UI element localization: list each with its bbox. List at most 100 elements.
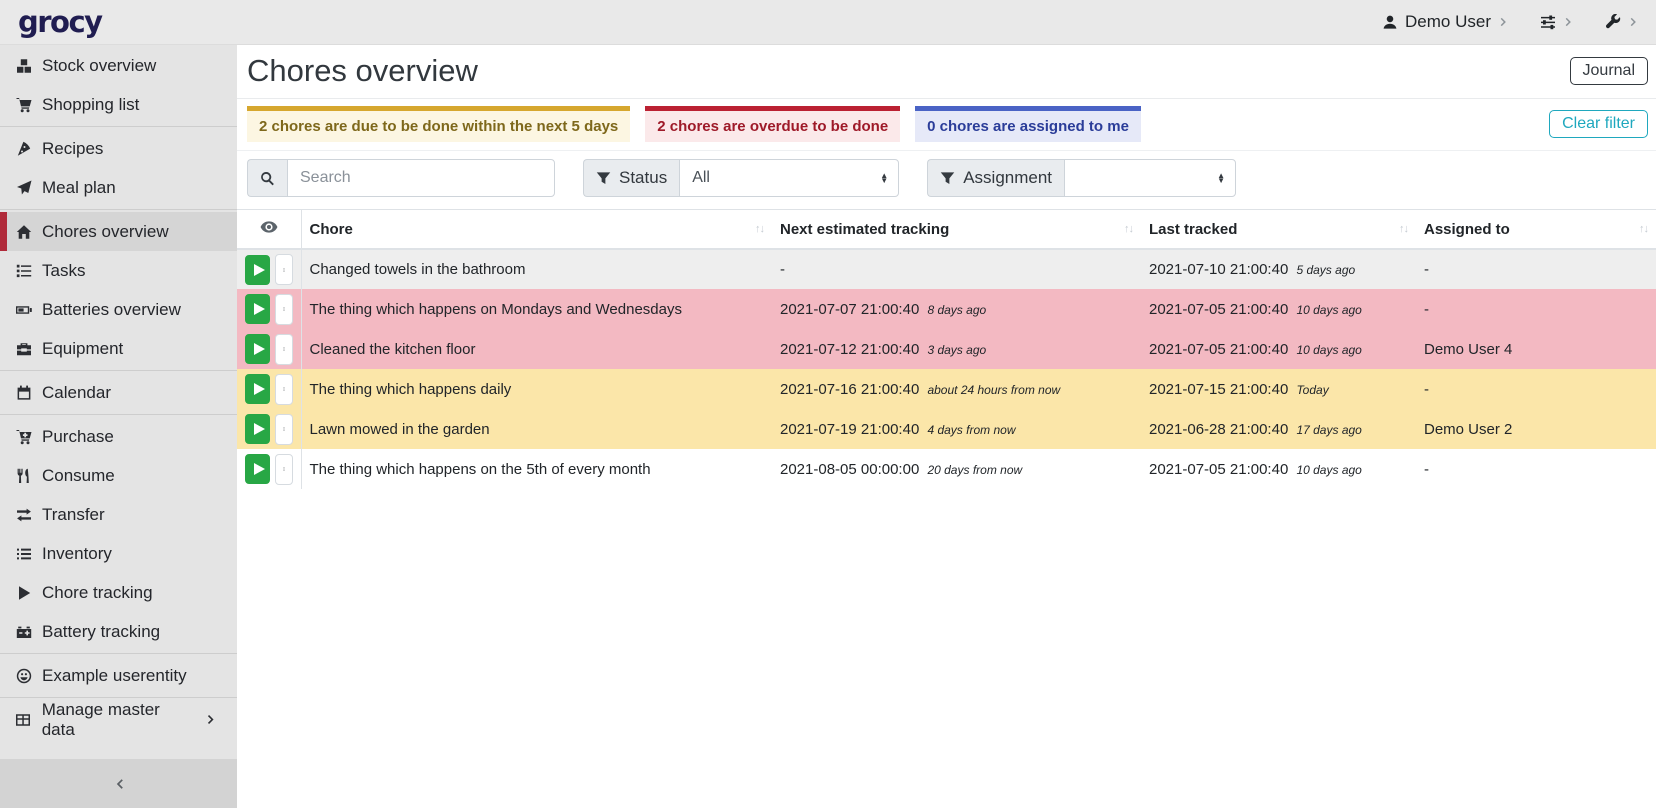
assigned-to-cell: - bbox=[1416, 249, 1656, 289]
sidebar-item-example-userentity[interactable]: Example userentity bbox=[0, 656, 237, 695]
sort-icon[interactable]: ↑↓ bbox=[1399, 223, 1408, 235]
sidebar-item-shopping-list[interactable]: Shopping list bbox=[0, 85, 237, 124]
select-arrows-icon: ▲▼ bbox=[1209, 173, 1225, 183]
utensils-icon bbox=[14, 468, 33, 484]
status-filter-group: Status All ▲▼ bbox=[583, 159, 899, 197]
sidebar-item-stock-overview[interactable]: Stock overview bbox=[0, 46, 237, 85]
admin-menu[interactable] bbox=[1605, 14, 1640, 30]
alert-warning[interactable]: 2 chores are due to be done within the n… bbox=[247, 106, 630, 142]
next-tracking-cell: 2021-07-12 21:00:40 3 days ago bbox=[772, 329, 1141, 369]
settings-menu[interactable] bbox=[1540, 14, 1575, 30]
table-row: Lawn mowed in the garden2021-07-19 21:00… bbox=[237, 409, 1656, 449]
row-context-menu-button[interactable] bbox=[275, 254, 292, 285]
page-header: Chores overview Journal bbox=[237, 45, 1656, 99]
chores-table: Chore↑↓Next estimated tracking↑↓Last tra… bbox=[237, 209, 1656, 489]
sidebar-item-tasks[interactable]: Tasks bbox=[0, 251, 237, 290]
sidebar-divider bbox=[0, 370, 237, 371]
journal-button[interactable]: Journal bbox=[1570, 57, 1648, 85]
sidebar-item-label: Transfer bbox=[42, 505, 105, 525]
sidebar-item-calendar[interactable]: Calendar bbox=[0, 373, 237, 412]
next-tracking-cell: - bbox=[772, 249, 1141, 289]
row-context-menu-button[interactable] bbox=[275, 414, 292, 445]
play-icon bbox=[254, 264, 265, 276]
sidebar-item-meal-plan[interactable]: Meal plan bbox=[0, 168, 237, 207]
clear-filter-button[interactable]: Clear filter bbox=[1549, 110, 1648, 138]
sidebar-item-label: Manage master data bbox=[42, 700, 196, 740]
column-visibility-header[interactable] bbox=[237, 210, 301, 250]
sidebar-item-purchase[interactable]: Purchase bbox=[0, 417, 237, 456]
sidebar-item-chore-tracking[interactable]: Chore tracking bbox=[0, 573, 237, 612]
sort-icon[interactable]: ↑↓ bbox=[1639, 223, 1648, 235]
last-tracked-cell: 2021-06-28 21:00:40 17 days ago bbox=[1141, 409, 1416, 449]
column-header-assigned-to[interactable]: Assigned to↑↓ bbox=[1416, 210, 1656, 250]
track-chore-button[interactable] bbox=[245, 414, 270, 444]
sidebar-nav: Stock overviewShopping list RecipesMeal p… bbox=[0, 45, 237, 739]
list-icon bbox=[14, 546, 33, 562]
track-chore-button[interactable] bbox=[245, 374, 270, 404]
track-chore-button[interactable] bbox=[245, 454, 270, 484]
ellipsis-vertical-icon bbox=[282, 461, 286, 477]
search-input[interactable] bbox=[287, 159, 555, 197]
sidebar-item-inventory[interactable]: Inventory bbox=[0, 534, 237, 573]
table-row: Cleaned the kitchen floor2021-07-12 21:0… bbox=[237, 329, 1656, 369]
last-tracked-cell: 2021-07-15 21:00:40 Today bbox=[1141, 369, 1416, 409]
play-icon bbox=[254, 383, 265, 395]
user-menu[interactable]: Demo User bbox=[1382, 12, 1510, 32]
chevron-right-icon bbox=[1498, 16, 1510, 28]
user-icon bbox=[1382, 14, 1398, 30]
column-header-label: Next estimated tracking bbox=[780, 221, 949, 238]
shopping-cart-icon bbox=[14, 97, 33, 113]
assignment-select[interactable]: ▲▼ bbox=[1064, 159, 1236, 197]
row-context-menu-button[interactable] bbox=[275, 294, 292, 325]
sidebar-item-label: Chores overview bbox=[42, 222, 169, 242]
row-context-menu-button[interactable] bbox=[275, 454, 292, 485]
search-icon bbox=[260, 171, 275, 186]
filter-icon bbox=[940, 171, 955, 186]
timeago-text: 3 days ago bbox=[927, 343, 986, 357]
sidebar-divider bbox=[0, 697, 237, 698]
play-icon bbox=[14, 585, 33, 601]
sidebar-collapse-button[interactable] bbox=[0, 759, 237, 808]
track-chore-button[interactable] bbox=[245, 334, 270, 364]
assigned-to-cell: Demo User 4 bbox=[1416, 329, 1656, 369]
status-select[interactable]: All ▲▼ bbox=[679, 159, 899, 197]
column-header-next-estimated-tracking[interactable]: Next estimated tracking ↑↓ bbox=[772, 210, 1141, 250]
assignment-filter-group: Assignment ▲▼ bbox=[927, 159, 1236, 197]
assigned-to-cell: - bbox=[1416, 369, 1656, 409]
play-icon bbox=[254, 423, 265, 435]
main-content: Chores overview Journal 2 chores are due… bbox=[237, 45, 1656, 808]
last-tracked-cell: 2021-07-05 21:00:40 10 days ago bbox=[1141, 449, 1416, 489]
sidebar-item-equipment[interactable]: Equipment bbox=[0, 329, 237, 368]
sidebar-item-battery-tracking[interactable]: Battery tracking bbox=[0, 612, 237, 651]
home-icon bbox=[14, 224, 33, 240]
timeago-text: 5 days ago bbox=[1296, 263, 1355, 277]
last-tracked-cell: 2021-07-05 21:00:40 10 days ago bbox=[1141, 329, 1416, 369]
car-battery-icon bbox=[14, 624, 33, 640]
alert-danger[interactable]: 2 chores are overdue to be done bbox=[645, 106, 900, 142]
sidebar-item-recipes[interactable]: Recipes bbox=[0, 129, 237, 168]
track-chore-button[interactable] bbox=[245, 294, 270, 324]
track-chore-button[interactable] bbox=[245, 255, 270, 285]
sidebar-item-manage-master-data[interactable]: Manage master data bbox=[0, 700, 237, 739]
cart-plus-icon bbox=[14, 429, 33, 445]
sort-icon[interactable]: ↑↓ bbox=[1124, 223, 1133, 235]
row-context-menu-button[interactable] bbox=[275, 374, 292, 405]
sidebar-item-transfer[interactable]: Transfer bbox=[0, 495, 237, 534]
eye-icon bbox=[260, 218, 278, 236]
sidebar-item-label: Batteries overview bbox=[42, 300, 181, 320]
column-header-last-tracked[interactable]: Last tracked↑↓ bbox=[1141, 210, 1416, 250]
smile-icon bbox=[14, 668, 33, 684]
last-tracked-cell: 2021-07-05 21:00:40 10 days ago bbox=[1141, 289, 1416, 329]
sidebar-item-consume[interactable]: Consume bbox=[0, 456, 237, 495]
sidebar-item-batteries-overview[interactable]: Batteries overview bbox=[0, 290, 237, 329]
column-header-chore[interactable]: Chore↑↓ bbox=[301, 210, 772, 250]
grocy-logo[interactable]: grocy bbox=[18, 8, 102, 37]
alert-info[interactable]: 0 chores are assigned to me bbox=[915, 106, 1141, 142]
sidebar-item-label: Equipment bbox=[42, 339, 123, 359]
sidebar-item-label: Example userentity bbox=[42, 666, 187, 686]
sidebar-item-chores-overview[interactable]: Chores overview bbox=[0, 212, 237, 251]
row-context-menu-button[interactable] bbox=[275, 334, 292, 365]
status-label-text: Status bbox=[619, 168, 667, 188]
sort-icon[interactable]: ↑↓ bbox=[755, 223, 764, 235]
search-group bbox=[247, 159, 555, 197]
